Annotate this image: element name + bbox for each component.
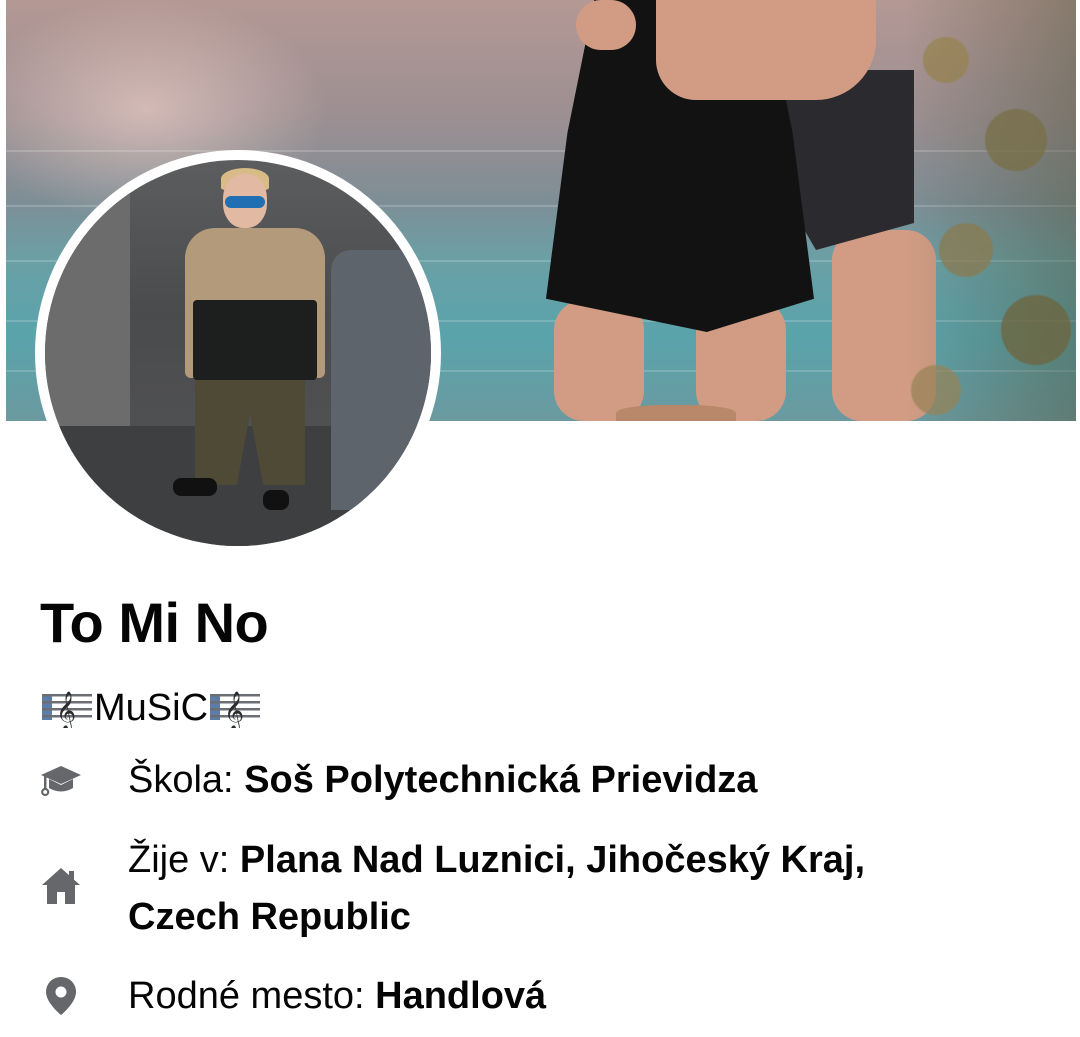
musical-score-icon: 𝄞 <box>208 688 262 728</box>
location-pin-icon <box>40 975 82 1017</box>
lives-label: Žije v: <box>128 839 230 881</box>
profile-bio: 𝄞 MuSiC 𝄞 <box>40 686 262 730</box>
graduation-cap-icon <box>40 760 82 802</box>
school-label: Škola: <box>128 759 234 801</box>
hometown-value[interactable]: Handlová <box>375 975 546 1017</box>
bio-text: MuSiC <box>94 687 209 729</box>
profile-name: To Mi No <box>40 591 269 654</box>
profile-picture[interactable] <box>35 150 441 556</box>
lives-value-line1[interactable]: Plana Nad Luznici, Jihočeský Kraj, <box>240 839 865 881</box>
lives-value-line2[interactable]: Czech Republic <box>128 896 411 938</box>
hometown-label: Rodné mesto: <box>128 975 365 1017</box>
profile-picture-image <box>45 160 431 546</box>
svg-text:𝄞: 𝄞 <box>56 691 76 728</box>
svg-text:𝄞: 𝄞 <box>224 691 244 728</box>
home-icon <box>40 865 82 907</box>
musical-score-icon: 𝄞 <box>40 688 94 728</box>
school-value[interactable]: Soš Polytechnická Prievidza <box>244 759 757 801</box>
